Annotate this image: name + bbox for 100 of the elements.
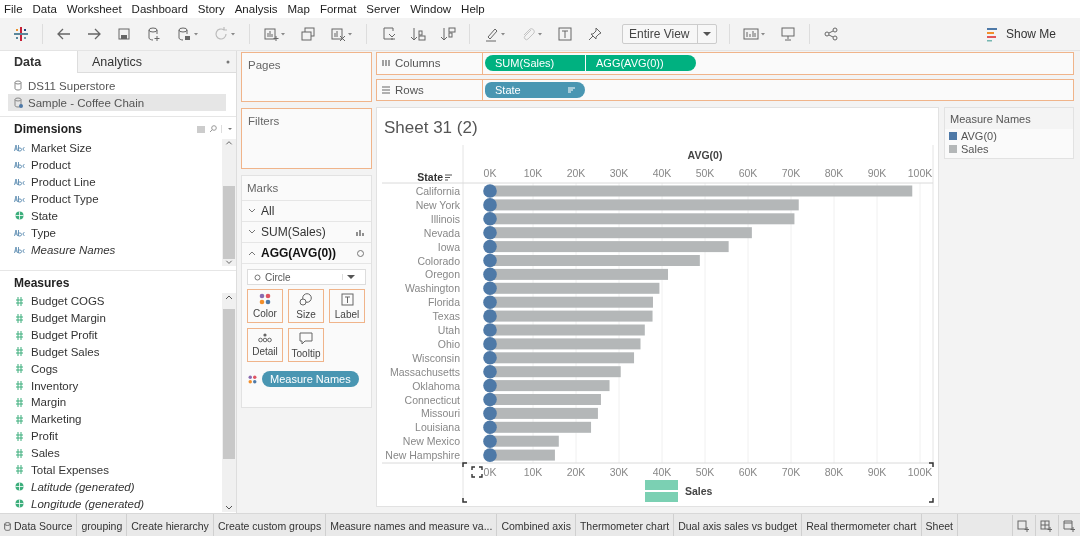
caret-icon [537, 31, 543, 37]
field-item[interactable]: Longitude (generated) [0, 495, 222, 512]
menu-item[interactable]: Map [287, 3, 310, 15]
field-item[interactable]: Budget Margin [0, 309, 222, 327]
marks-layer[interactable]: AGG(AVG(0)) [242, 243, 371, 264]
marks-layer[interactable]: All [242, 201, 371, 222]
axis-title: Sales [685, 485, 713, 497]
data-source-item[interactable]: DS11 Superstore [8, 77, 226, 94]
text-type-icon [14, 228, 25, 237]
fit-dropdown[interactable]: Entire View [622, 24, 718, 44]
sort-icon[interactable] [444, 174, 453, 181]
axis-label: 50K [695, 466, 715, 478]
share-icon [823, 26, 840, 42]
mark-property-button[interactable]: Label [329, 289, 365, 323]
show-cards-icon [743, 26, 760, 42]
field-item[interactable]: Margin [0, 394, 222, 411]
refresh-icon [213, 26, 229, 42]
field-item[interactable]: Market Size [0, 139, 222, 156]
menu-item[interactable]: Analysis [234, 3, 278, 15]
row-label: Iowa [437, 240, 460, 253]
field-item[interactable]: Budget Sales [0, 343, 222, 361]
menu-item[interactable]: Format [319, 3, 357, 15]
menu-item[interactable]: Dashboard [131, 3, 188, 15]
section-title: Measures [14, 276, 70, 290]
field-item[interactable]: State [0, 207, 222, 224]
row-label: California [415, 185, 460, 197]
menu-item[interactable]: Window [410, 3, 452, 15]
text-type-icon [14, 177, 25, 186]
drag-handle-icon[interactable] [645, 480, 678, 502]
menu-item[interactable]: Server [366, 3, 401, 15]
pin-icon [587, 26, 603, 42]
filters-shelf[interactable]: Filters [241, 108, 372, 169]
axis-label: 10K [523, 167, 543, 179]
text-type-icon [14, 160, 25, 169]
axis-label: 0K [483, 167, 497, 179]
field-item[interactable]: Latitude (generated) [0, 478, 222, 496]
axis-label: 90K [867, 466, 887, 478]
field-item[interactable]: Profit [0, 427, 222, 445]
columns-icon [382, 59, 390, 68]
globe-icon [14, 482, 25, 492]
show-me-button[interactable]: Show Me [980, 24, 1072, 44]
menu-item[interactable]: Help [461, 3, 485, 15]
marks-layer[interactable]: SUM(Sales) [242, 222, 371, 243]
axis-label: 40K [652, 167, 672, 179]
mark-property-button[interactable]: Tooltip [288, 328, 324, 362]
menu-item[interactable]: Worksheet [66, 3, 122, 15]
circle-icon [254, 273, 261, 281]
mark-property-button[interactable]: Color [247, 289, 283, 323]
field-item[interactable]: Sales [0, 444, 222, 462]
field-item[interactable]: Total Expenses [0, 461, 222, 479]
scroll-up-icon[interactable] [224, 293, 234, 301]
menu-item[interactable]: Story [197, 3, 225, 15]
sheet-title: Sheet 31 (2) [383, 117, 479, 139]
field-item[interactable]: Product Line [0, 173, 222, 190]
hash-icon [14, 381, 25, 391]
pages-shelf[interactable]: Pages [241, 52, 372, 102]
fit-icon[interactable] [471, 466, 483, 478]
highlighter-icon [483, 26, 499, 42]
menu-item[interactable]: File [4, 3, 23, 15]
hash-icon [14, 448, 25, 458]
field-item[interactable]: Budget COGS [0, 293, 222, 310]
panel-tab[interactable]: Analytics [77, 51, 236, 73]
data-source-item[interactable]: Sample - Coffee Chain [8, 94, 226, 111]
row-label: Oregon [424, 268, 460, 281]
row-label: Ohio [437, 337, 460, 350]
scroll-down-icon[interactable] [224, 504, 234, 512]
new-story-icon[interactable] [1058, 515, 1078, 536]
new-dashboard-icon[interactable] [1035, 515, 1055, 536]
axis-label: 20K [566, 466, 586, 478]
axis-label: 30K [609, 466, 629, 478]
sort-descending-icon [440, 26, 456, 42]
sort-icon [568, 86, 575, 93]
field-item[interactable]: Product Type [0, 190, 222, 207]
row-label: Wisconsin [412, 351, 460, 364]
field-item[interactable]: Measure Names [0, 241, 222, 258]
legend-title: Measure Names [945, 108, 1073, 129]
menu-dot-icon[interactable] [226, 59, 230, 64]
hash-icon [14, 347, 25, 357]
size-icon [299, 292, 313, 306]
field-item[interactable]: Marketing [0, 410, 222, 428]
field-item[interactable]: Cogs [0, 360, 222, 378]
color-dots-icon [259, 293, 271, 305]
new-worksheet-icon[interactable] [1012, 515, 1032, 536]
field-item[interactable]: Product [0, 156, 222, 173]
field-item[interactable]: Budget Profit [0, 326, 222, 344]
mark-property-button[interactable]: Detail [247, 328, 283, 362]
shelf[interactable]: Rows State [376, 78, 1074, 101]
legend-label: AVG(0) [961, 129, 997, 142]
mark-type-dropdown[interactable]: Circle [247, 269, 366, 285]
hash-icon [14, 431, 25, 441]
text-type-icon [14, 194, 25, 203]
menu-item[interactable]: Data [32, 3, 57, 15]
database-icon [4, 521, 11, 531]
mark-property-button[interactable]: Size [288, 289, 324, 323]
field-item[interactable]: Inventory [0, 377, 222, 395]
scrollbar[interactable] [222, 293, 236, 512]
axis-label: 80K [824, 466, 844, 478]
rows-icon [382, 85, 390, 94]
field-item[interactable]: Type [0, 224, 222, 241]
back-icon [56, 26, 72, 42]
